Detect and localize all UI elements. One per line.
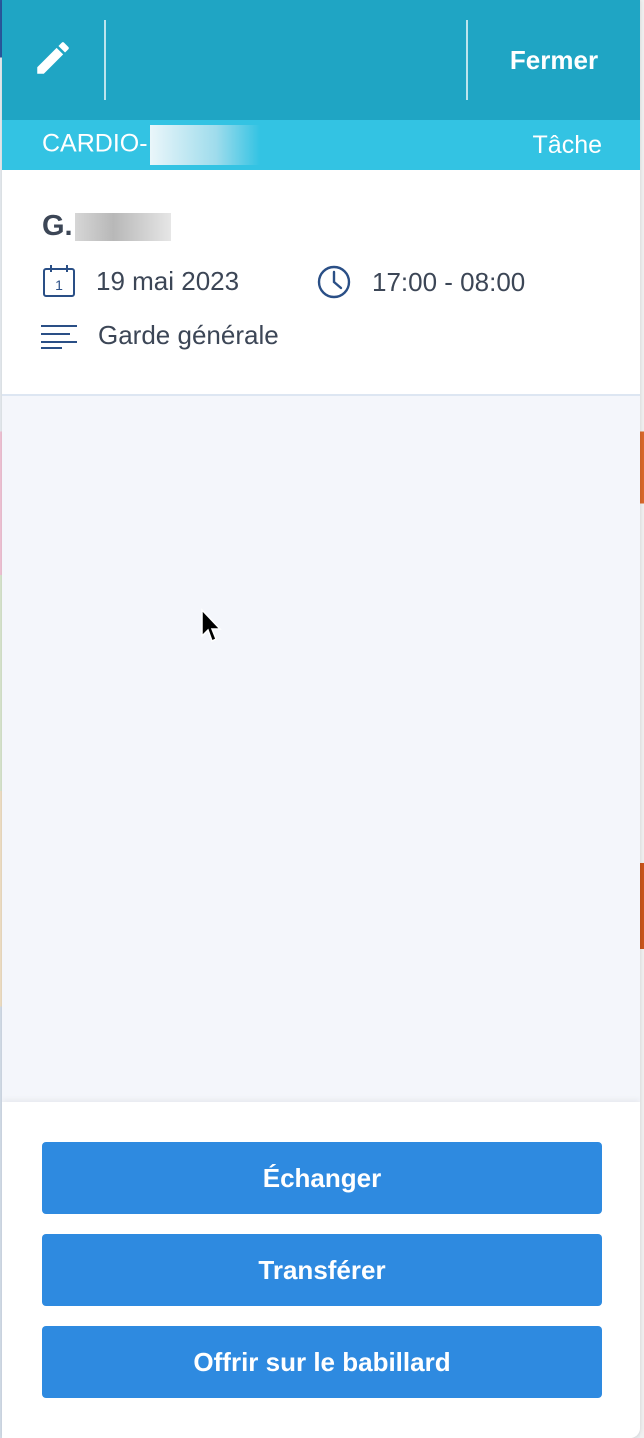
shift-info-card: G. 1 19 mai 2023 17:00 - 08:00 Garde gén…	[2, 170, 640, 396]
offer-board-button[interactable]: Offrir sur le babillard	[42, 1326, 602, 1398]
exchange-button[interactable]: Échanger	[42, 1142, 602, 1214]
redacted-service	[149, 125, 260, 165]
header-spacer	[106, 20, 468, 100]
person-name-wrap: G.	[42, 210, 171, 243]
shift-time: 17:00 - 08:00	[372, 266, 526, 297]
content-area	[2, 396, 640, 1102]
shift-description-row: Garde générale	[40, 320, 279, 351]
actions-footer: Échanger Transférer Offrir sur le babill…	[2, 1102, 640, 1438]
shift-detail-panel: Fermer CARDIO- Tâche G. 1 19 mai 2023 17…	[2, 0, 640, 1438]
shift-type: Tâche	[532, 130, 602, 159]
mouse-cursor-icon	[200, 608, 224, 649]
transfer-button[interactable]: Transférer	[42, 1234, 602, 1306]
panel-header: Fermer	[2, 0, 640, 120]
service-bar: CARDIO- Tâche	[2, 120, 640, 170]
shift-description: Garde générale	[98, 320, 279, 350]
svg-text:1: 1	[55, 277, 63, 293]
lines-icon	[40, 323, 78, 349]
edit-button[interactable]	[2, 20, 106, 100]
shift-date: 19 mai 2023	[96, 265, 240, 296]
shift-date-row: 1 19 mai 2023	[42, 264, 239, 298]
service-name-wrap: CARDIO-	[42, 125, 260, 165]
service-name: CARDIO-	[42, 129, 148, 158]
person-name: G.	[42, 210, 73, 242]
calendar-icon: 1	[42, 264, 76, 298]
close-button[interactable]: Fermer	[468, 0, 640, 120]
redacted-name	[74, 212, 171, 241]
clock-icon	[316, 264, 352, 300]
shift-time-row: 17:00 - 08:00	[316, 264, 525, 300]
pencil-icon	[32, 37, 74, 84]
background-calendar-right	[640, 0, 644, 1438]
